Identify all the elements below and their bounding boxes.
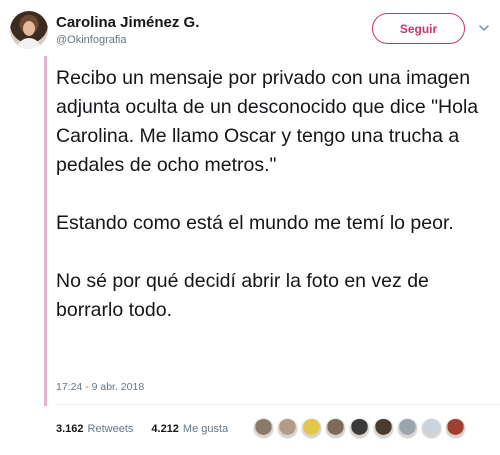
tweet-paragraph: No sé por qué decidí abrir la foto en ve…	[56, 270, 429, 321]
tweet-timestamp[interactable]: 17:24 - 9 abr. 2018	[56, 381, 144, 393]
liker-avatar[interactable]	[421, 418, 442, 439]
liker-avatar[interactable]	[397, 418, 418, 439]
author-handle[interactable]: @Okinfografia	[56, 34, 126, 46]
liker-avatar[interactable]	[301, 418, 322, 439]
tweet-paragraph: Recibo un mensaje por privado con una im…	[56, 67, 479, 176]
author-avatar[interactable]	[10, 11, 48, 49]
liker-avatar[interactable]	[277, 418, 298, 439]
avatar-shirt	[17, 38, 41, 49]
liker-avatar[interactable]	[325, 418, 346, 439]
liker-avatar[interactable]	[349, 418, 370, 439]
likes-label[interactable]: Me gusta	[183, 423, 228, 435]
avatar-face	[23, 21, 35, 36]
tweet-card: Carolina Jiménez G. @Okinfografia Seguir…	[0, 0, 500, 455]
tweet-text: Recibo un mensaje por privado con una im…	[56, 64, 496, 325]
tweet-stats: 3.162 Retweets 4.212 Me gusta	[56, 421, 228, 437]
liker-avatar[interactable]	[373, 418, 394, 439]
retweets-count[interactable]: 3.162	[56, 423, 84, 435]
retweets-label[interactable]: Retweets	[88, 423, 134, 435]
tweet-paragraph: Estando como está el mundo me temí lo pe…	[56, 212, 454, 234]
divider	[56, 404, 500, 405]
likers-avatars	[253, 418, 466, 440]
likes-count[interactable]: 4.212	[151, 423, 179, 435]
liker-avatar[interactable]	[445, 418, 466, 439]
accent-rule	[44, 56, 47, 406]
chevron-down-icon[interactable]	[478, 22, 490, 34]
follow-button[interactable]: Seguir	[372, 13, 465, 44]
tweet-header: Carolina Jiménez G. @Okinfografia Seguir	[0, 0, 500, 56]
author-name[interactable]: Carolina Jiménez G.	[56, 14, 199, 31]
liker-avatar[interactable]	[253, 418, 274, 439]
